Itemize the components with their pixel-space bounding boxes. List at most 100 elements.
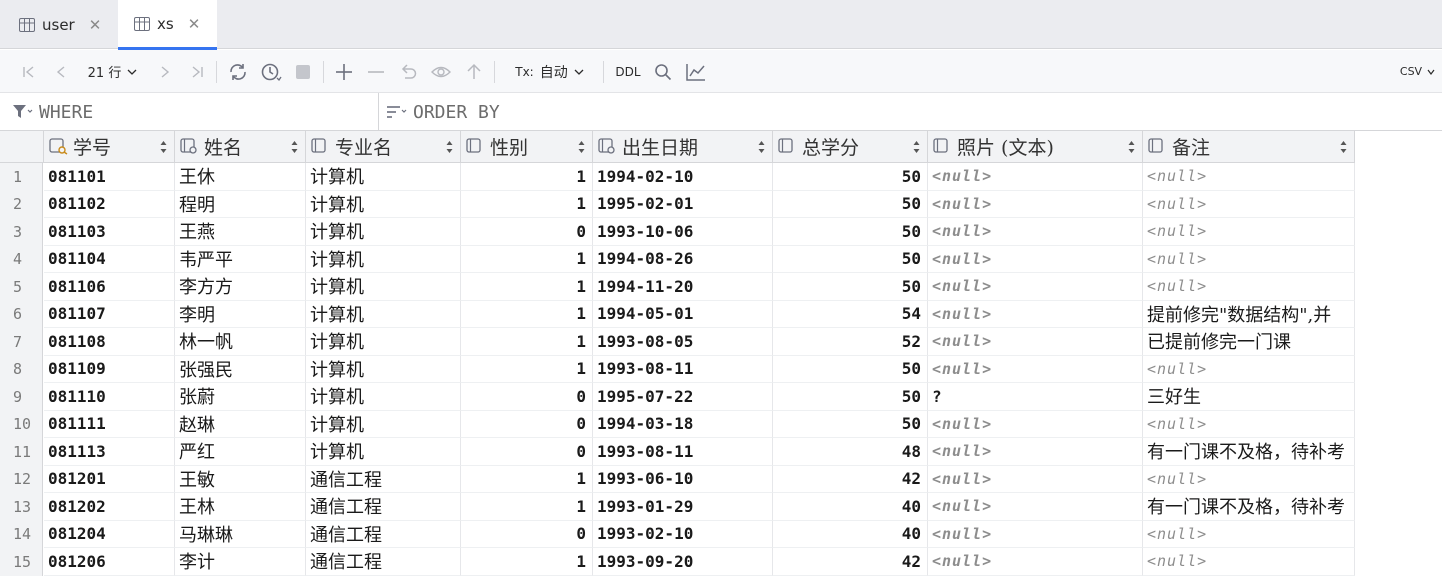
- cell-cssj[interactable]: 1993-09-20: [593, 548, 773, 576]
- sort-arrows-icon[interactable]: [578, 140, 585, 154]
- cell-zp[interactable]: <null>: [928, 245, 1143, 273]
- cell-zp[interactable]: <null>: [928, 273, 1143, 301]
- row-number[interactable]: 5: [0, 273, 43, 301]
- cell-xb[interactable]: 1: [461, 355, 593, 383]
- column-header-xh[interactable]: 学号: [44, 131, 175, 163]
- row-number[interactable]: 6: [0, 300, 43, 328]
- cell-zp[interactable]: <null>: [928, 355, 1143, 383]
- column-header-xm[interactable]: 姓名: [175, 131, 306, 163]
- cell-bz[interactable]: <null>: [1143, 410, 1355, 438]
- order-by-input[interactable]: ORDER BY: [386, 93, 786, 131]
- ddl-button[interactable]: DDL: [612, 50, 644, 93]
- last-page-icon[interactable]: [186, 50, 208, 93]
- refresh-icon[interactable]: [225, 50, 251, 93]
- sort-arrows-icon[interactable]: [758, 140, 765, 154]
- cell-zp[interactable]: ?: [928, 383, 1143, 411]
- cell-xb[interactable]: 1: [461, 548, 593, 576]
- submit-icon[interactable]: [463, 50, 485, 93]
- row-number[interactable]: 4: [0, 245, 43, 273]
- row-count-dropdown[interactable]: 21 行: [80, 50, 146, 93]
- cell-xb[interactable]: 1: [461, 493, 593, 521]
- sort-arrows-icon[interactable]: [446, 140, 453, 154]
- cell-xb[interactable]: 0: [461, 438, 593, 466]
- cell-xh[interactable]: 081113: [44, 438, 175, 466]
- cell-zym[interactable]: 计算机: [306, 328, 461, 356]
- cell-cssj[interactable]: 1993-06-10: [593, 465, 773, 493]
- cell-cssj[interactable]: 1993-10-06: [593, 218, 773, 246]
- cell-zym[interactable]: 计算机: [306, 300, 461, 328]
- cell-zp[interactable]: <null>: [928, 218, 1143, 246]
- cell-xm[interactable]: 严红: [175, 438, 306, 466]
- cell-zym[interactable]: 计算机: [306, 383, 461, 411]
- cell-zxf[interactable]: 42: [773, 465, 928, 493]
- cell-bz[interactable]: 三好生: [1143, 383, 1355, 411]
- cell-cssj[interactable]: 1995-02-01: [593, 190, 773, 218]
- cell-bz[interactable]: <null>: [1143, 245, 1355, 273]
- cell-xb[interactable]: 1: [461, 190, 593, 218]
- row-number[interactable]: 11: [0, 438, 43, 466]
- row-number[interactable]: 7: [0, 328, 43, 356]
- clock-icon[interactable]: [257, 50, 285, 93]
- cell-zp[interactable]: <null>: [928, 493, 1143, 521]
- chart-icon[interactable]: [684, 50, 708, 93]
- cell-xb[interactable]: 1: [461, 300, 593, 328]
- cell-zxf[interactable]: 50: [773, 245, 928, 273]
- cell-xb[interactable]: 1: [461, 328, 593, 356]
- cell-xm[interactable]: 王燕: [175, 218, 306, 246]
- export-format-dropdown[interactable]: CSV: [1398, 50, 1438, 93]
- cell-zxf[interactable]: 52: [773, 328, 928, 356]
- cell-bz[interactable]: <null>: [1143, 218, 1355, 246]
- cell-xh[interactable]: 081204: [44, 520, 175, 548]
- cell-zxf[interactable]: 50: [773, 383, 928, 411]
- transaction-mode-dropdown[interactable]: Tx: 自动: [505, 50, 595, 93]
- cell-zxf[interactable]: 50: [773, 355, 928, 383]
- column-header-bz[interactable]: 备注: [1143, 131, 1355, 163]
- cell-cssj[interactable]: 1994-05-01: [593, 300, 773, 328]
- cell-xm[interactable]: 韦严平: [175, 245, 306, 273]
- cell-bz[interactable]: <null>: [1143, 548, 1355, 576]
- cell-zxf[interactable]: 50: [773, 273, 928, 301]
- cell-bz[interactable]: 已提前修完一门课: [1143, 328, 1355, 356]
- cell-xm[interactable]: 林一帆: [175, 328, 306, 356]
- cell-zxf[interactable]: 50: [773, 218, 928, 246]
- cell-xm[interactable]: 王林: [175, 493, 306, 521]
- cell-bz[interactable]: <null>: [1143, 163, 1355, 191]
- cell-zym[interactable]: 计算机: [306, 218, 461, 246]
- row-number[interactable]: 14: [0, 520, 43, 548]
- cell-xb[interactable]: 0: [461, 218, 593, 246]
- cell-cssj[interactable]: 1993-02-10: [593, 520, 773, 548]
- cell-xm[interactable]: 李方方: [175, 273, 306, 301]
- cell-cssj[interactable]: 1993-01-29: [593, 493, 773, 521]
- cell-zym[interactable]: 通信工程: [306, 548, 461, 576]
- cell-xh[interactable]: 081111: [44, 410, 175, 438]
- column-header-zp[interactable]: 照片 (文本): [928, 131, 1143, 163]
- cell-zp[interactable]: <null>: [928, 190, 1143, 218]
- cell-zp[interactable]: <null>: [928, 163, 1143, 191]
- cell-xb[interactable]: 0: [461, 383, 593, 411]
- cell-zp[interactable]: <null>: [928, 410, 1143, 438]
- cell-cssj[interactable]: 1993-08-11: [593, 355, 773, 383]
- cell-cssj[interactable]: 1994-08-26: [593, 245, 773, 273]
- cell-bz[interactable]: <null>: [1143, 273, 1355, 301]
- cell-bz[interactable]: <null>: [1143, 355, 1355, 383]
- next-page-icon[interactable]: [154, 50, 176, 93]
- cell-zym[interactable]: 通信工程: [306, 493, 461, 521]
- cell-xb[interactable]: 0: [461, 410, 593, 438]
- sort-arrows-icon[interactable]: [1128, 140, 1135, 154]
- cell-xm[interactable]: 程明: [175, 190, 306, 218]
- first-page-icon[interactable]: [18, 50, 40, 93]
- cell-xh[interactable]: 081201: [44, 465, 175, 493]
- row-number[interactable]: 13: [0, 493, 43, 521]
- cell-zym[interactable]: 计算机: [306, 190, 461, 218]
- cell-zxf[interactable]: 42: [773, 548, 928, 576]
- row-number[interactable]: 3: [0, 218, 43, 246]
- previous-page-icon[interactable]: [50, 50, 72, 93]
- cell-zym[interactable]: 通信工程: [306, 465, 461, 493]
- cell-zym[interactable]: 计算机: [306, 163, 461, 191]
- cell-bz[interactable]: 有一门课不及格，待补考: [1143, 493, 1355, 521]
- cell-zym[interactable]: 计算机: [306, 273, 461, 301]
- cell-xh[interactable]: 081103: [44, 218, 175, 246]
- cell-xm[interactable]: 王休: [175, 163, 306, 191]
- cell-xh[interactable]: 081108: [44, 328, 175, 356]
- sort-arrows-icon[interactable]: [160, 140, 167, 154]
